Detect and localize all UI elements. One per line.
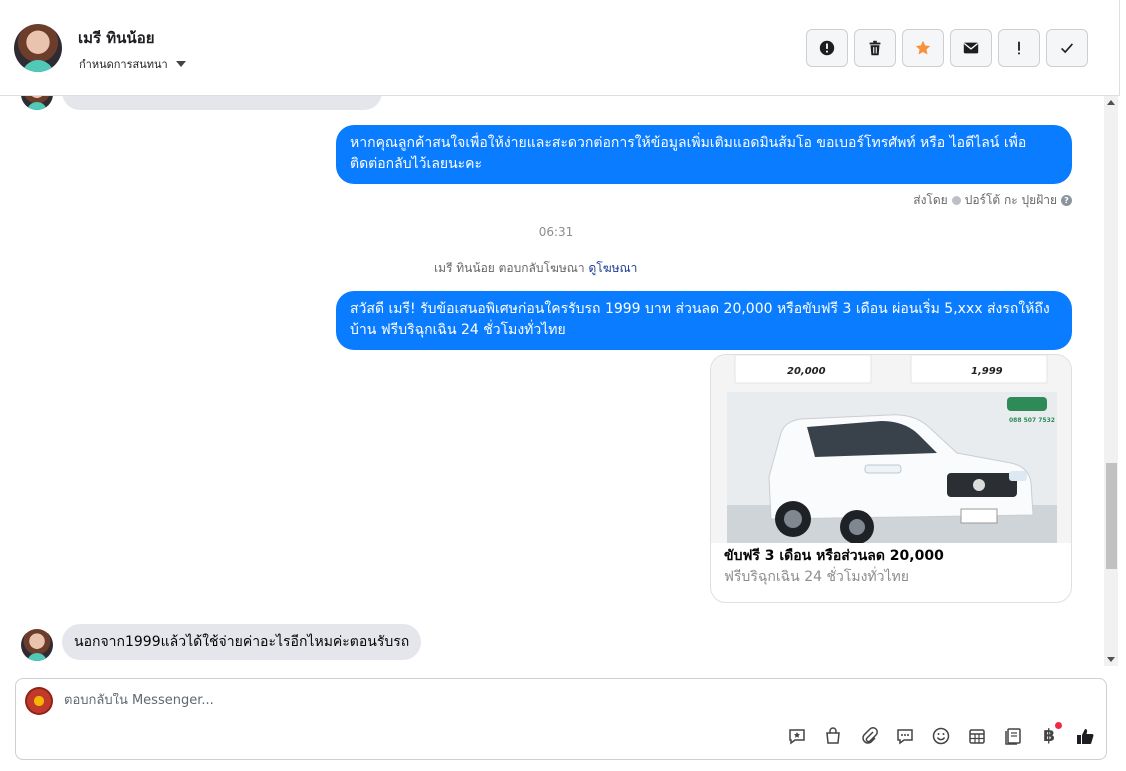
view-ad-link[interactable]: ดูโฆษณา <box>588 261 637 275</box>
outgoing-message-bubble: หากคุณลูกค้าสนใจเพื่อให้ง่ายและสะดวกต่อก… <box>336 125 1072 184</box>
follow-up-button[interactable] <box>998 29 1040 67</box>
catalog-icon <box>1005 728 1021 745</box>
report-button[interactable] <box>806 29 848 67</box>
check-icon <box>1061 43 1074 54</box>
incoming-message-bubble: นอกจาก1999แล้วได้ใช้จ่ายค่าอะไรอีกไหมค่ะ… <box>62 624 422 660</box>
message-timestamp: 06:31 <box>538 225 574 239</box>
calendar-icon <box>969 729 985 744</box>
mark-unread-button[interactable] <box>950 29 992 67</box>
ad-preview-card[interactable]: 20,000 1,999 088 507 7532 ขับฟรี 3 เดือน… <box>710 354 1072 603</box>
verified-dot-icon <box>951 196 961 205</box>
catalog-button[interactable] <box>1002 725 1024 747</box>
shop-bag-icon <box>826 727 840 744</box>
page-logo-avatar <box>25 687 53 715</box>
emoji-button[interactable] <box>930 725 952 747</box>
outgoing-message-bubble: สวัสดี เมรี! รับข้อเสนอพิเศษก่อนใครรับรถ… <box>336 291 1072 350</box>
sent-by-info: ส่งโดย ปอร์โต้ กะ ปุยฝ้าย ? <box>913 191 1072 210</box>
baht-icon: ฿ <box>1043 726 1055 746</box>
exclamation-icon <box>1018 41 1020 55</box>
appointment-button[interactable] <box>966 725 988 747</box>
envelope-icon <box>963 42 979 54</box>
ad-image: 20,000 1,999 088 507 7532 <box>711 355 1071 543</box>
ad-reply-notice: เมรี ทินน้อย ตอบกลับโฆษณา ดูโฆษณา <box>434 259 637 278</box>
notification-dot <box>1055 722 1062 729</box>
chat-bubbles-icon <box>897 729 913 745</box>
scroll-up-arrow-icon[interactable] <box>1107 100 1115 105</box>
like-button[interactable] <box>1074 725 1096 747</box>
delete-button[interactable] <box>854 29 896 67</box>
incoming-message-bubble <box>62 96 382 110</box>
shop-button[interactable] <box>822 725 844 747</box>
contact-avatar-small <box>21 629 53 661</box>
scroll-thumb[interactable] <box>1106 463 1117 569</box>
reply-input[interactable] <box>64 693 964 708</box>
ad-card-subtitle: ฟรีบริฉุกเฉิน 24 ชั่วโมงทั่วไทย <box>724 569 909 585</box>
quick-replies-button[interactable] <box>894 725 916 747</box>
ad-card-title: ขับฟรี 3 เดือน หรือส่วนลด 20,000 <box>724 548 944 564</box>
star-icon <box>915 40 931 55</box>
saved-reply-icon <box>789 729 805 745</box>
assign-label: กำหนดการสนทนา <box>79 58 168 71</box>
reply-composer: ฿ <box>15 678 1107 760</box>
star-button[interactable] <box>902 29 944 67</box>
alert-octagon-icon <box>819 40 835 56</box>
inbox-conversation-view: เมรี ทินน้อย กำหนดการสนทนา หากคุณลูกค้าส… <box>0 0 1126 771</box>
composer-toolbar: ฿ <box>786 722 1096 747</box>
thread-scrollbar[interactable] <box>1104 96 1118 666</box>
payment-button[interactable]: ฿ <box>1038 722 1062 747</box>
saved-reply-button[interactable] <box>786 725 808 747</box>
caret-down-icon <box>175 61 186 67</box>
mark-done-button[interactable] <box>1046 29 1088 67</box>
assign-conversation-dropdown[interactable]: กำหนดการสนทนา <box>79 55 186 73</box>
price-tag-discount: 20,000 <box>787 366 826 377</box>
ad-reply-text: เมรี ทินน้อย ตอบกลับโฆษณา <box>434 261 585 275</box>
message-thread[interactable]: หากคุณลูกค้าสนใจเพื่อให้ง่ายและสะดวกต่อก… <box>0 96 1104 666</box>
attachment-button[interactable] <box>858 725 880 747</box>
scroll-down-arrow-icon[interactable] <box>1107 657 1115 662</box>
thumbs-up-icon <box>1077 729 1094 744</box>
sent-by-name: ปอร์โต้ กะ ปุยฝ้าย <box>964 193 1057 207</box>
conversation-toolbar <box>806 29 1088 67</box>
sent-by-label: ส่งโดย <box>913 193 948 207</box>
emoji-icon <box>932 727 950 745</box>
price-tag-booking: 1,999 <box>971 366 1003 377</box>
help-icon[interactable]: ? <box>1061 195 1072 206</box>
paperclip-icon <box>862 727 878 744</box>
contact-name[interactable]: เมรี ทินน้อย <box>78 26 155 50</box>
conversation-header: เมรี ทินน้อย กำหนดการสนทนา <box>0 0 1120 96</box>
contact-avatar[interactable] <box>14 24 62 72</box>
dealer-phone: 088 507 7532 <box>1009 417 1055 424</box>
contact-avatar-small <box>21 96 53 110</box>
trash-icon <box>869 40 881 56</box>
